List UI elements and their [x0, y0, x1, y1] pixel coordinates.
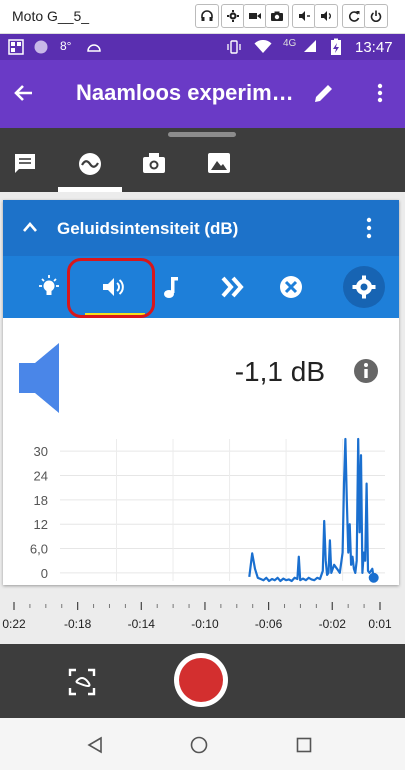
content-area: Geluidsintensiteit (dB) -1,1 dB 30 24 18… — [0, 192, 405, 644]
cell-signal-icon — [304, 40, 316, 52]
x-tick-label: 0:22 — [2, 617, 26, 631]
temperature-text: 8° — [60, 39, 72, 53]
sensor-reading: -1,1 dB — [234, 356, 325, 387]
wifi-icon — [254, 40, 272, 53]
sensor-wave-icon[interactable] — [77, 152, 103, 176]
y-tick-label: 6,0 — [30, 542, 48, 557]
power-icon[interactable] — [364, 4, 388, 28]
video-camera-icon[interactable] — [243, 4, 267, 28]
emulator-toolbar: Moto G__5_ — [0, 0, 405, 34]
camera-icon[interactable] — [265, 4, 289, 28]
navigation-bar — [0, 718, 405, 770]
x-tick-label: 0:01 — [368, 617, 392, 631]
status-time: 13:47 — [355, 39, 393, 56]
sensor-card: Geluidsintensiteit (dB) -1,1 dB 30 24 18… — [3, 200, 399, 585]
sensor-selector-bar — [3, 256, 399, 318]
volume-up-icon[interactable] — [314, 4, 338, 28]
settings-icon[interactable] — [221, 4, 245, 28]
sensor-title: Geluidsintensiteit (dB) — [57, 219, 239, 238]
circle-notification-icon — [34, 40, 48, 54]
sensor-tab-magnetometer[interactable] — [263, 256, 319, 318]
current-value-point — [368, 572, 379, 583]
sensor-tab-pitch[interactable] — [143, 256, 199, 318]
drag-handle[interactable] — [168, 132, 236, 137]
x-tick-label: -0:18 — [64, 617, 92, 631]
more-vert-icon[interactable] — [361, 216, 377, 240]
time-axis: 0:22 -0:18 -0:14 -0:10 -0:06 -0:02 0:01 — [2, 602, 392, 631]
page-title: Naamloos experim… — [76, 80, 294, 105]
app-bar: Naamloos experim… — [0, 60, 405, 128]
y-tick-label: 12 — [34, 517, 48, 532]
pencil-icon[interactable] — [312, 81, 336, 105]
snapshot-icon[interactable] — [68, 668, 96, 696]
x-tick-label: -0:02 — [319, 617, 347, 631]
volume-down-icon[interactable] — [292, 4, 316, 28]
camera-tab-icon[interactable] — [142, 152, 166, 174]
nav-back-icon[interactable] — [86, 736, 104, 754]
nav-home-icon[interactable] — [190, 736, 208, 754]
speaker-large-icon — [19, 343, 59, 413]
sensor-tab-velocity[interactable] — [205, 256, 261, 318]
gear-icon[interactable] — [351, 274, 377, 300]
more-vert-icon[interactable] — [368, 81, 392, 105]
sensor-card-header: Geluidsintensiteit (dB) — [3, 200, 399, 256]
record-dot — [179, 658, 223, 702]
sound-chart: 30 24 18 12 6,0 0 — [30, 437, 385, 583]
headset-icon[interactable] — [195, 4, 219, 28]
battery-icon — [331, 38, 341, 55]
vibrate-icon — [227, 40, 241, 54]
double-chevron-icon — [221, 276, 244, 298]
x-tick-label: -0:10 — [191, 617, 219, 631]
x-tick-label: -0:06 — [255, 617, 283, 631]
info-icon[interactable] — [353, 358, 379, 384]
highlight-annotation — [67, 258, 155, 318]
x-tick-label: -0:14 — [128, 617, 156, 631]
series-line — [248, 437, 375, 583]
y-tick-label: 0 — [41, 566, 48, 581]
chevron-up-icon[interactable] — [21, 220, 39, 234]
image-tab-icon[interactable] — [207, 152, 231, 174]
recording-controls — [0, 644, 405, 718]
music-note-icon — [164, 277, 178, 298]
rotate-icon[interactable] — [342, 4, 366, 28]
experiment-tab-bar — [0, 128, 405, 192]
y-tick-label: 24 — [34, 469, 48, 484]
nav-recents-icon[interactable] — [296, 737, 312, 753]
compass-icon — [280, 276, 302, 298]
record-button[interactable] — [174, 653, 228, 707]
gallery-notification-icon — [8, 39, 24, 55]
emulator-title: Moto G__5_ — [12, 8, 90, 24]
y-tick-label: 18 — [34, 493, 48, 508]
cloud-notification-icon — [87, 44, 101, 52]
notes-icon[interactable] — [13, 152, 37, 176]
y-tick-label: 30 — [34, 444, 48, 459]
lightbulb-icon — [39, 275, 59, 295]
arrow-back-icon[interactable] — [12, 81, 36, 105]
status-bar: 8° 4G 13:47 — [0, 34, 405, 60]
network-type-text: 4G — [283, 38, 297, 49]
